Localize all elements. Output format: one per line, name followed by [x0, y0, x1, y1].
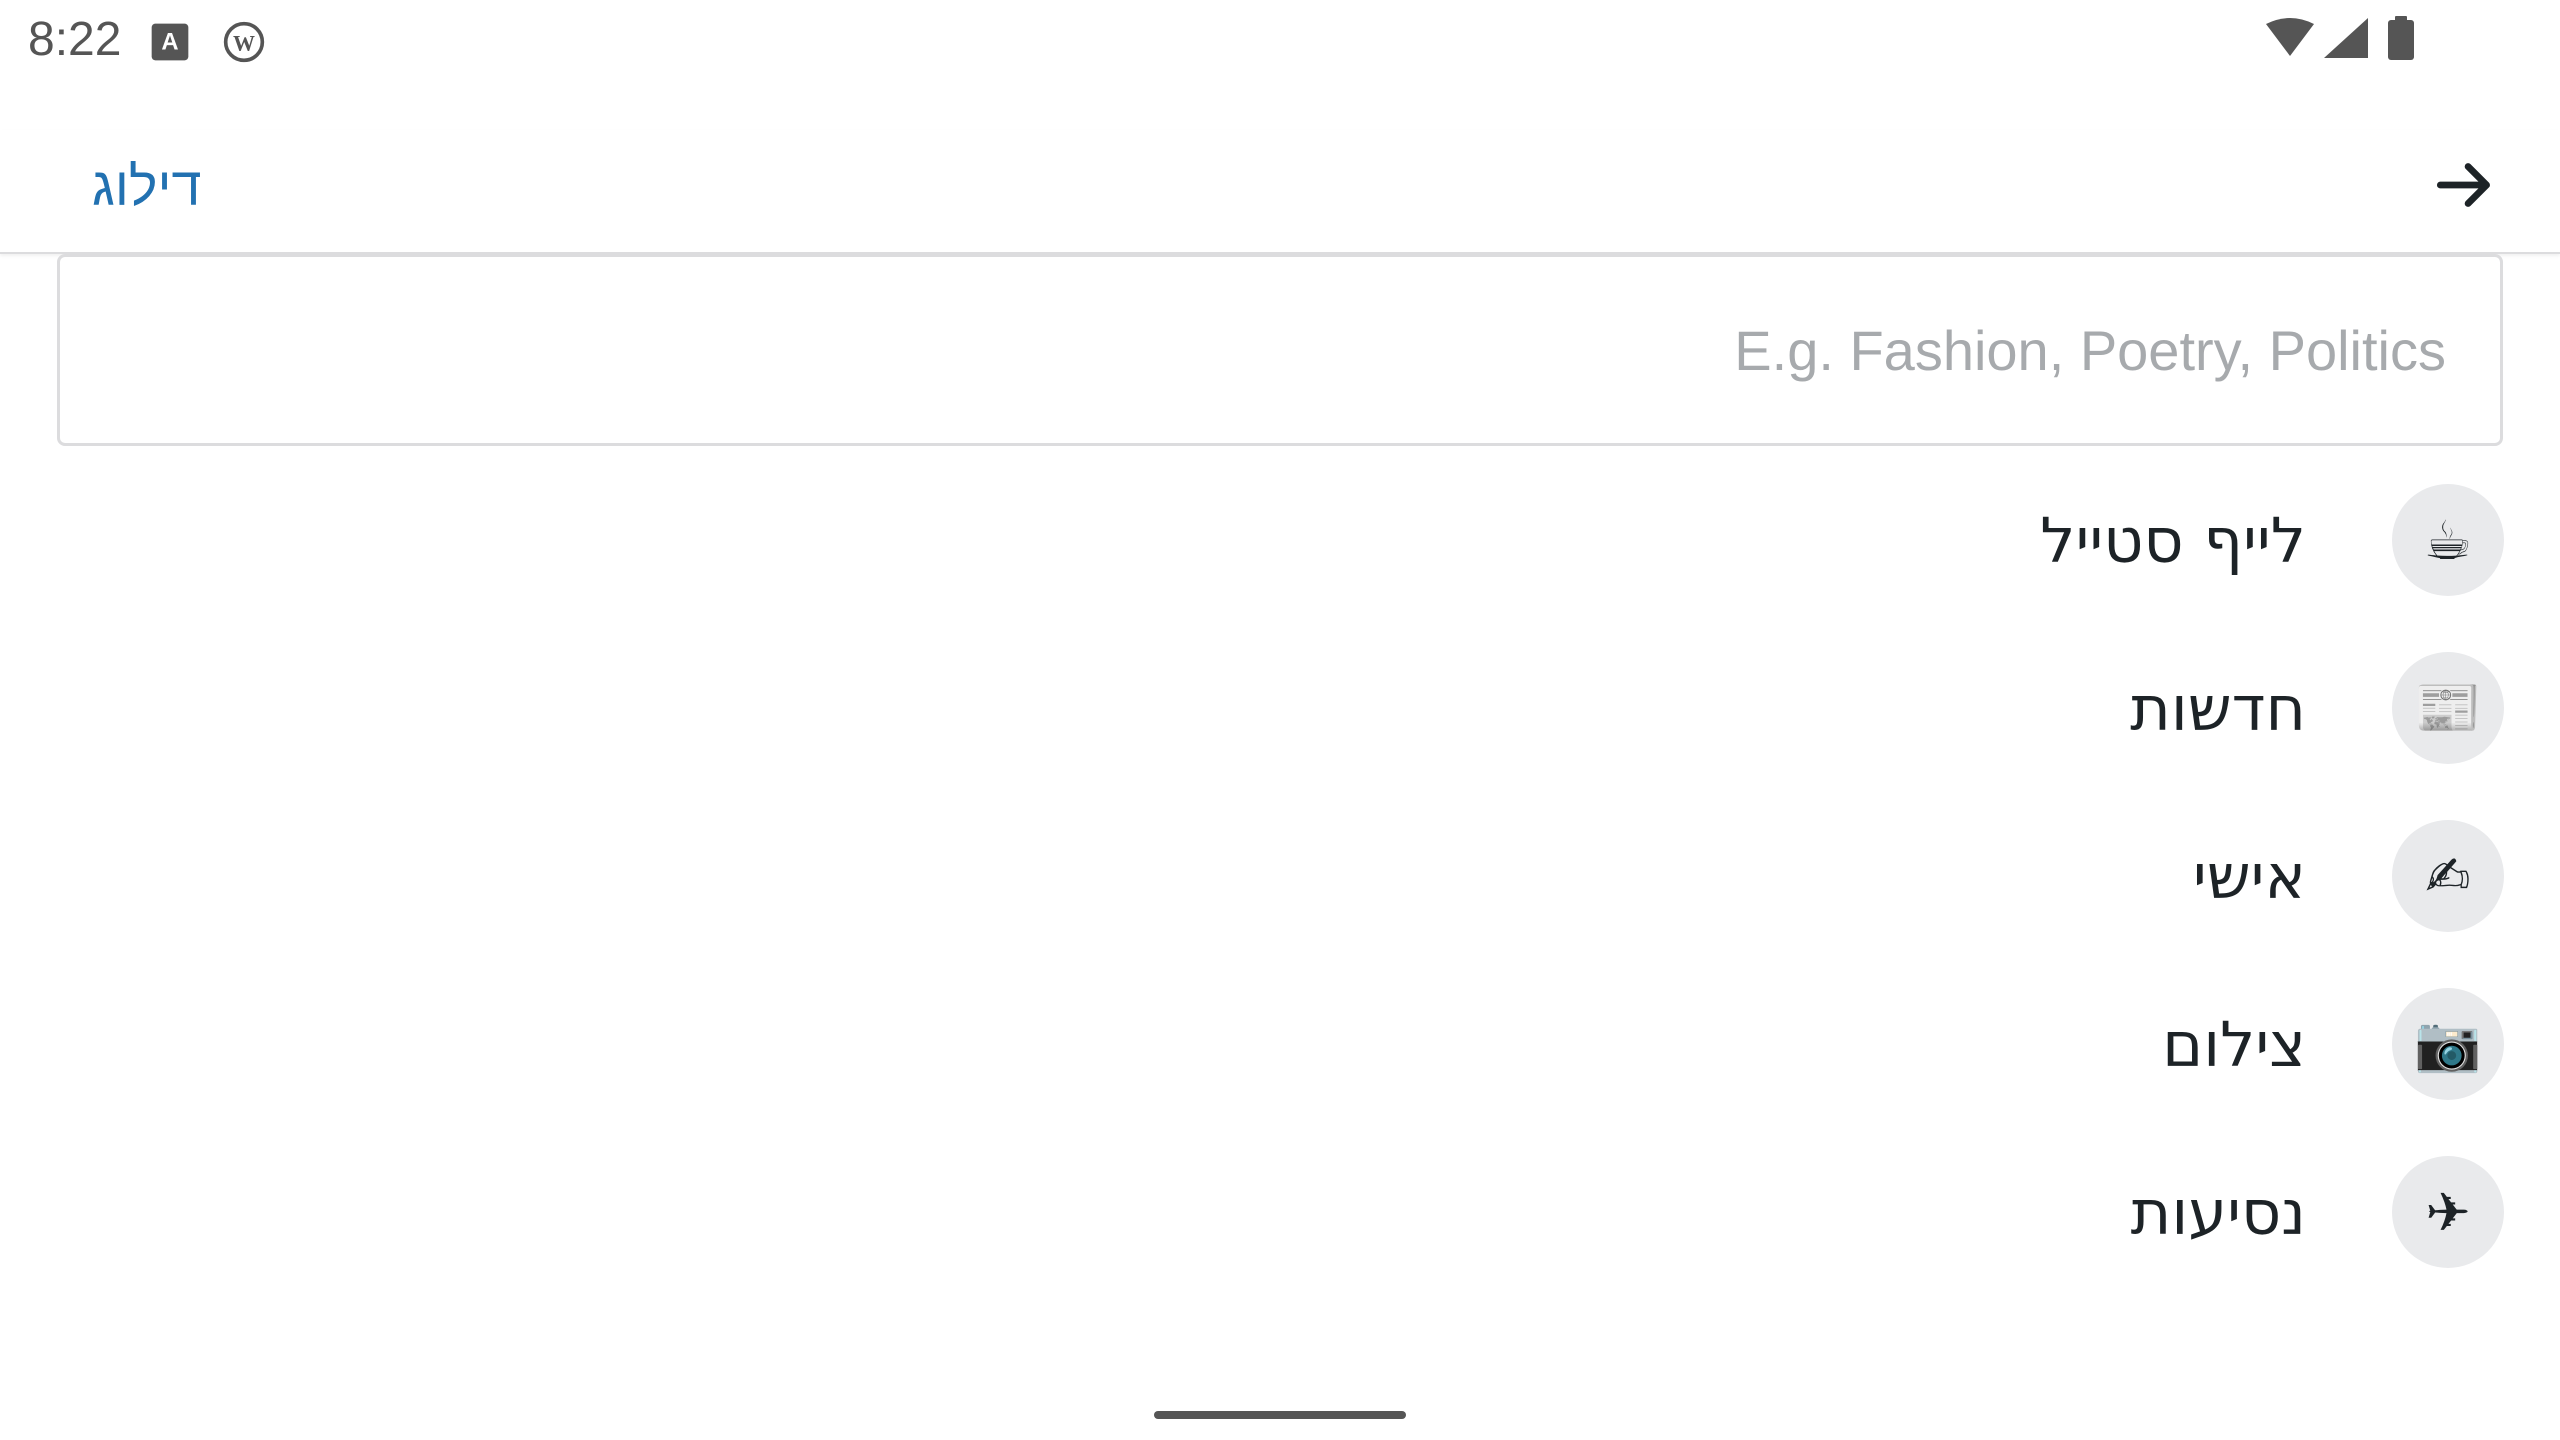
text-a-icon: A [151, 23, 189, 61]
topic-search-field[interactable] [57, 254, 2503, 446]
topic-item-news[interactable]: 📰 חדשות [0, 646, 2560, 814]
top-app-bar: דילוג [0, 130, 2560, 254]
airplane-icon: ✈ [2392, 1156, 2504, 1268]
svg-text:W: W [233, 30, 255, 55]
wifi-icon [2266, 18, 2314, 56]
topic-label: נסיעות [2130, 1176, 2306, 1249]
wordpress-icon: W [223, 21, 265, 63]
coffee-icon: ☕ [2392, 484, 2504, 596]
topic-item-personal[interactable]: ✍ אישי [0, 814, 2560, 982]
svg-text:A: A [161, 28, 178, 55]
topic-search-input[interactable] [60, 257, 2500, 443]
topic-label: אישי [2192, 840, 2306, 913]
topic-item-photography[interactable]: 📷 צילום [0, 982, 2560, 1150]
topic-item-travel[interactable]: ✈ נסיעות [0, 1150, 2560, 1318]
status-time: 8:22 [28, 13, 122, 66]
writing-hand-icon: ✍ [2392, 820, 2504, 932]
skip-button[interactable]: דילוג [92, 156, 201, 218]
cellular-signal-icon [2324, 18, 2368, 58]
status-bar: 8:22 A W [0, 0, 2560, 84]
topic-label: צילום [2162, 1008, 2306, 1081]
arrow-forward-icon[interactable] [2428, 148, 2502, 222]
battery-icon [2388, 20, 2414, 60]
topic-label: חדשות [2130, 672, 2306, 745]
topic-item-lifestyle[interactable]: ☕ לייף סטייל [0, 478, 2560, 646]
camera-icon: 📷 [2392, 988, 2504, 1100]
newspaper-icon: 📰 [2392, 652, 2504, 764]
status-right-icons [2266, 16, 2414, 60]
home-indicator[interactable] [1154, 1411, 1406, 1419]
topic-label: לייף סטייל [2040, 504, 2306, 577]
